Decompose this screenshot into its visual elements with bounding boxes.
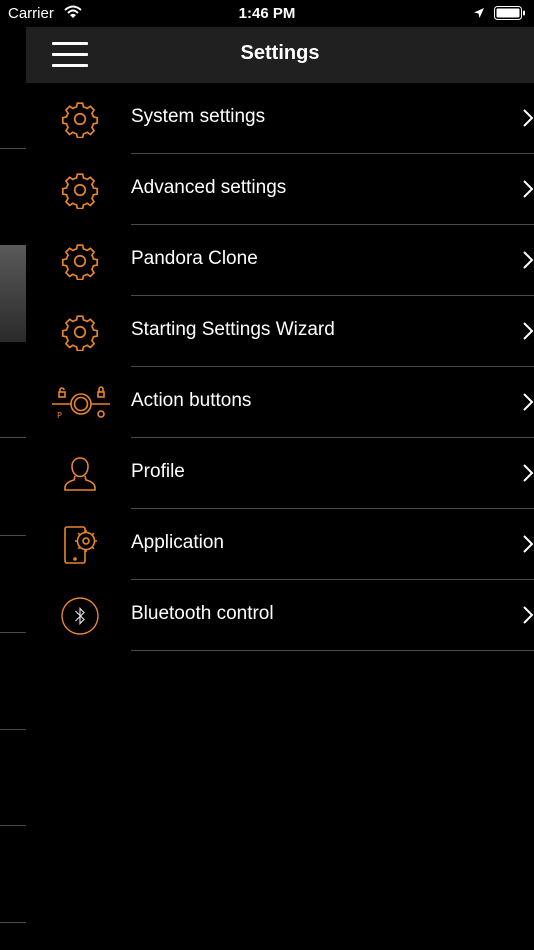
- menu-item-label: Application: [131, 532, 224, 553]
- menu-item-label: System settings: [131, 106, 266, 127]
- background-divider: [0, 922, 26, 923]
- chevron-right-icon: [522, 250, 534, 275]
- menu-item-label: Bluetooth control: [131, 603, 274, 624]
- background-divider: [0, 825, 26, 826]
- action-buttons-icon: P: [50, 381, 112, 425]
- status-time: 1:46 PM: [238, 5, 296, 22]
- chevron-right-icon: [522, 321, 534, 346]
- settings-list: System settings Advanced settings Pandor…: [26, 83, 534, 651]
- menu-item-profile[interactable]: Profile: [26, 438, 534, 509]
- menu-item-label: Action buttons: [131, 390, 252, 411]
- menu-item-pandora-clone[interactable]: Pandora Clone: [26, 225, 534, 296]
- svg-text:P: P: [57, 411, 62, 420]
- chevron-right-icon: [522, 392, 534, 417]
- background-divider: [0, 437, 26, 438]
- page-title: Settings: [240, 42, 320, 64]
- background-divider: [0, 729, 26, 730]
- gear-icon: [58, 168, 102, 212]
- chevron-right-icon: [522, 605, 534, 630]
- background-divider: [0, 535, 26, 536]
- phone-gear-icon: [58, 523, 102, 567]
- menu-item-label: Pandora Clone: [131, 248, 258, 269]
- background-highlight-row: [0, 245, 26, 342]
- profile-icon: [58, 452, 102, 496]
- chevron-right-icon: [522, 179, 534, 204]
- bluetooth-icon: [58, 594, 102, 638]
- battery-icon: [494, 6, 526, 24]
- menu-item-starting-settings-wizard[interactable]: Starting Settings Wizard: [26, 296, 534, 367]
- chevron-right-icon: [522, 463, 534, 488]
- menu-item-application[interactable]: Application: [26, 509, 534, 580]
- menu-item-label: Starting Settings Wizard: [131, 319, 335, 340]
- menu-item-advanced-settings[interactable]: Advanced settings: [26, 154, 534, 225]
- gear-icon: [58, 97, 102, 141]
- status-bar: Carrier 1:46 PM: [0, 0, 534, 27]
- settings-drawer: Settings System settings Advanced settin…: [26, 27, 534, 950]
- row-divider: [131, 650, 534, 651]
- background-panel: [0, 0, 26, 950]
- location-arrow-icon: [473, 6, 485, 23]
- chevron-right-icon: [522, 534, 534, 559]
- menu-item-label: Profile: [131, 461, 185, 482]
- menu-item-label: Advanced settings: [131, 177, 287, 198]
- nav-bar: Settings: [26, 27, 534, 83]
- menu-item-system-settings[interactable]: System settings: [26, 83, 534, 154]
- gear-icon: [58, 239, 102, 283]
- background-divider: [0, 148, 26, 149]
- chevron-right-icon: [522, 108, 534, 133]
- menu-item-bluetooth-control[interactable]: Bluetooth control: [26, 580, 534, 651]
- menu-item-action-buttons[interactable]: P Action buttons: [26, 367, 534, 438]
- background-divider: [0, 632, 26, 633]
- gear-icon: [58, 310, 102, 354]
